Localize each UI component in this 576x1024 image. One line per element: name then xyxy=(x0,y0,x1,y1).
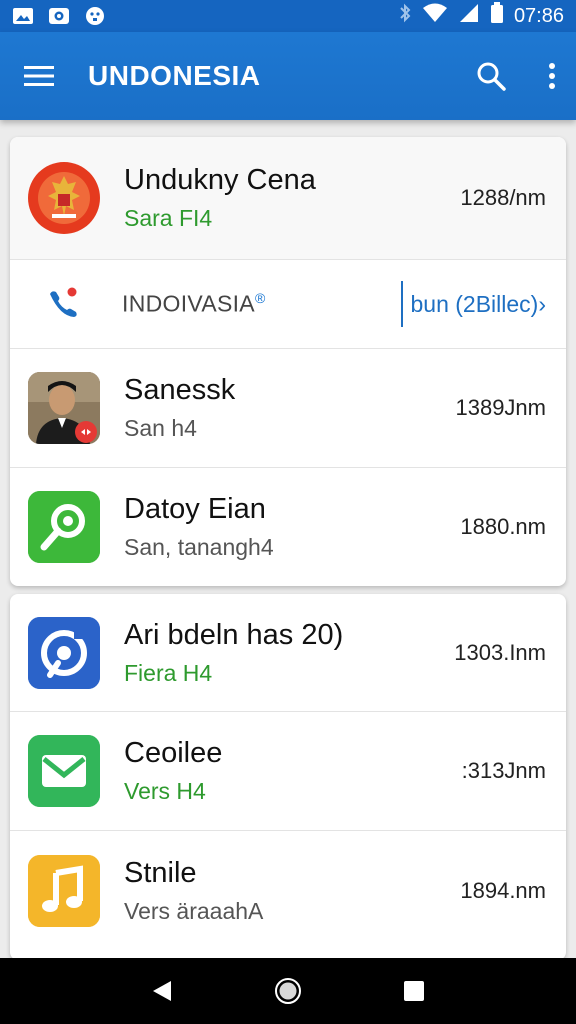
app-bar: UNDONESIA xyxy=(0,32,576,120)
item-meta: :313Jnm xyxy=(461,758,546,783)
item-subtitle: Fiera H4 xyxy=(124,659,213,686)
status-time: 07:86 xyxy=(513,4,564,27)
item-meta: 1894.nm xyxy=(460,877,546,903)
page-title: UNDONESIA xyxy=(88,60,261,91)
phone-link[interactable]: bun (2Billec)› xyxy=(400,281,546,327)
signal-icon xyxy=(458,3,480,29)
item-meta: 1880.nm xyxy=(460,514,546,539)
item-subtitle: San, tanangh4 xyxy=(124,534,274,560)
home-icon[interactable] xyxy=(274,977,302,1005)
item-title: Stnile xyxy=(124,856,197,889)
item-title: Ari bdeln has 20) xyxy=(124,618,344,651)
item-meta: 1303.Inm xyxy=(454,639,546,665)
search-icon[interactable] xyxy=(476,61,506,91)
item-title: Undukny Cena xyxy=(124,164,316,196)
list-item[interactable]: Ari bdeln has 20) Fiera H4 1303.Inm xyxy=(10,594,566,712)
list-item[interactable]: Datoy Eian San, tanangh4 1880.nm xyxy=(10,468,566,586)
emblem-icon xyxy=(28,162,100,234)
image-icon xyxy=(12,6,34,26)
contact-card-secondary: Ari bdeln has 20) Fiera H4 1303.Inm Ceoi… xyxy=(10,594,566,960)
wifi-icon xyxy=(422,3,448,29)
face-icon xyxy=(84,6,106,26)
item-subtitle: San h4 xyxy=(124,415,197,441)
battery-icon xyxy=(490,2,504,30)
music-disc-icon xyxy=(28,616,100,689)
mail-icon xyxy=(28,735,100,807)
more-vert-icon[interactable] xyxy=(548,62,556,90)
phone-row[interactable]: INDOIVASIA® bun (2Billec)› xyxy=(10,260,566,349)
bluetooth-icon xyxy=(398,3,412,29)
item-title: Sanessk xyxy=(124,374,236,406)
system-nav-bar xyxy=(0,958,576,1024)
list-item[interactable]: Ceoilee Vers H4 :313Jnm xyxy=(10,712,566,831)
search-app-icon xyxy=(28,491,100,563)
contact-card-primary: Undukny Cena Sara FI4 1288/nm INDOIVASIA… xyxy=(10,137,566,586)
camera-icon xyxy=(48,6,70,26)
item-meta: 1389Jnm xyxy=(455,395,546,420)
music-note-icon xyxy=(28,854,100,927)
person-photo xyxy=(28,372,100,444)
phone-icon[interactable] xyxy=(46,286,82,323)
item-subtitle: Vers H4 xyxy=(124,778,206,804)
phone-label: INDOIVASIA® xyxy=(122,290,266,317)
list-item[interactable]: Undukny Cena Sara FI4 1288/nm xyxy=(10,137,566,260)
item-subtitle: Sara FI4 xyxy=(124,205,213,231)
list-item[interactable]: Sanessk San h4 1389Jnm xyxy=(10,349,566,468)
back-icon[interactable] xyxy=(151,979,173,1003)
menu-icon[interactable] xyxy=(24,65,54,87)
status-bar: 07:86 xyxy=(0,0,576,32)
item-meta: 1288/nm xyxy=(460,185,546,210)
item-subtitle: Vers äraaahA xyxy=(124,897,264,924)
recents-icon[interactable] xyxy=(403,980,425,1002)
list-item[interactable]: Stnile Vers äraaahA 1894.nm xyxy=(10,831,566,950)
item-title: Ceoilee xyxy=(124,737,223,769)
item-title: Datoy Eian xyxy=(124,493,266,525)
